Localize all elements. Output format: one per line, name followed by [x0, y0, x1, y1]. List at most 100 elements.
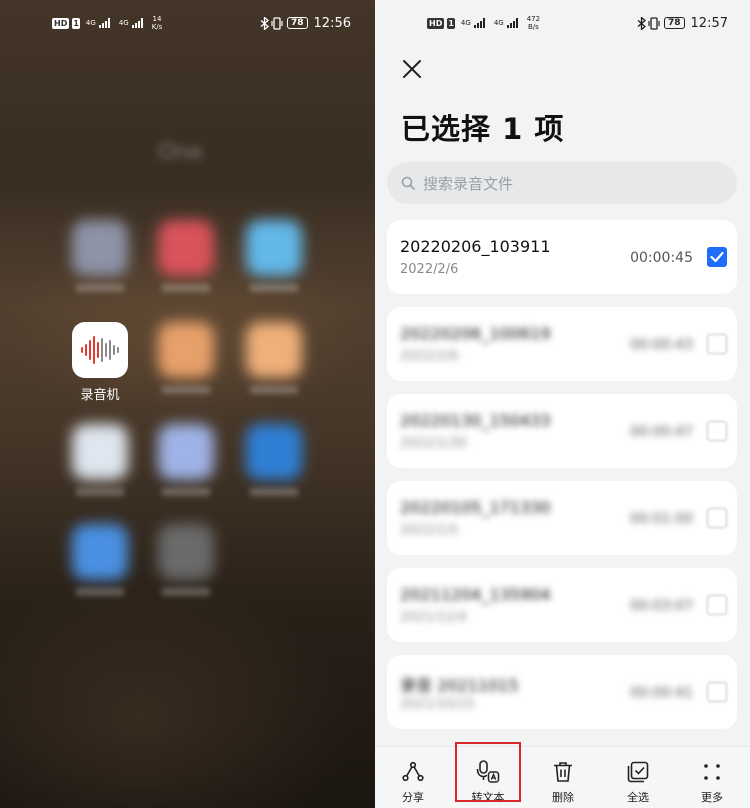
- app-icon-blurred[interactable]: [72, 220, 128, 276]
- bluetooth-icon: [260, 16, 269, 30]
- wallpaper-shade: [0, 0, 375, 808]
- home-screen: HD 1 4G 4G 14 K/s 78 12:56 One 录音机: [0, 0, 375, 808]
- select-all-button[interactable]: 全选: [603, 747, 673, 808]
- hd-badge: HD: [427, 17, 445, 29]
- app-icon-blurred[interactable]: [72, 524, 128, 580]
- network-speed-value: 472: [526, 15, 541, 23]
- recording-date: 2022/2/6: [400, 262, 459, 277]
- status-bar-right: 78 12:57: [637, 12, 728, 34]
- app-icon-blurred[interactable]: [246, 322, 302, 378]
- share-label: 分享: [402, 791, 424, 804]
- app-label-blurred: [75, 284, 125, 292]
- network-speed-unit: K/s: [151, 23, 163, 31]
- recording-name: 20220206_103911: [400, 237, 551, 256]
- vibrate-icon: [271, 16, 283, 30]
- hd-badge: HD: [52, 17, 70, 29]
- voice-recorder-icon: [81, 336, 119, 364]
- recording-duration: 00:01:00: [630, 511, 693, 527]
- status-bar-right: 78 12:56: [260, 12, 351, 34]
- screenshot-stage: HD 1 4G 4G 14 K/s 78 12:56 One 录音机 HD 1 …: [0, 0, 750, 808]
- recording-checkbox[interactable]: [707, 595, 727, 615]
- recording-date: 2021/12/4: [400, 610, 467, 625]
- sim-badge: 1: [72, 17, 80, 29]
- recording-item[interactable]: 20220105_171330 2022/1/5 00:01:00: [387, 481, 737, 555]
- delete-label: 删除: [552, 791, 574, 804]
- recording-date: 2022/1/5: [400, 523, 459, 538]
- recording-checkbox[interactable]: [707, 334, 727, 354]
- network-speed: 14 K/s: [152, 15, 163, 31]
- recording-name: 20220130_150433: [400, 411, 551, 430]
- app-label-blurred: [161, 386, 211, 394]
- network-speed: 472 B/s: [527, 15, 540, 31]
- app-icon-blurred[interactable]: [158, 322, 214, 378]
- voice-recorder-app[interactable]: [72, 322, 128, 378]
- battery-icon: 78: [664, 17, 685, 29]
- app-label-blurred: [75, 588, 125, 596]
- recording-date: 2021/10/15: [400, 697, 475, 712]
- search-icon: [401, 176, 415, 190]
- app-icon-blurred[interactable]: [246, 424, 302, 480]
- trash-icon: [554, 762, 572, 782]
- recording-checkbox[interactable]: [707, 682, 727, 702]
- checkmark-icon: [710, 251, 724, 263]
- recording-name: 20220105_171330: [400, 498, 551, 517]
- network-type-2: 4G: [493, 19, 504, 27]
- recording-item[interactable]: 20220206_100619 2022/2/6 00:00:43: [387, 307, 737, 381]
- recording-name: 20211204_135904: [400, 585, 551, 604]
- search-placeholder: 搜索录音文件: [423, 174, 514, 193]
- app-label-blurred: [249, 284, 299, 292]
- status-time: 12:56: [313, 15, 351, 31]
- app-label-blurred: [75, 488, 125, 496]
- select-all-label: 全选: [627, 791, 649, 804]
- status-bar-left: HD 1 4G 4G 14 K/s: [52, 12, 165, 34]
- share-icon: [402, 761, 424, 782]
- recording-item[interactable]: 20211204_135904 2021/12/4 00:03:07: [387, 568, 737, 642]
- recording-date: 2022/1/30: [400, 436, 467, 451]
- app-label-blurred: [249, 488, 299, 496]
- recording-duration: 00:00:47: [630, 424, 693, 440]
- highlight-box: [455, 742, 521, 802]
- network-speed-value: 14: [152, 15, 162, 23]
- status-bar-left: HD 1 4G 4G 472 B/s: [427, 12, 543, 34]
- app-label-blurred: [161, 488, 211, 496]
- sim-badge: 1: [447, 17, 455, 29]
- signal-icon: [131, 18, 144, 28]
- recording-item[interactable]: 录音 20211015 2021/10/15 00:00:41: [387, 655, 737, 729]
- network-type-1: 4G: [460, 19, 471, 27]
- battery-icon: 78: [287, 17, 308, 29]
- recording-item[interactable]: 20220130_150433 2022/1/30 00:00:47: [387, 394, 737, 468]
- recording-duration: 00:00:43: [630, 337, 693, 353]
- delete-button[interactable]: 删除: [528, 747, 598, 808]
- status-time: 12:57: [690, 15, 728, 31]
- signal-icon: [98, 18, 111, 28]
- page-title: 已选择 1 项: [401, 112, 565, 146]
- app-icon-blurred[interactable]: [72, 424, 128, 480]
- recording-checkbox[interactable]: [707, 508, 727, 528]
- bluetooth-icon: [637, 16, 646, 30]
- recording-duration: 00:00:41: [630, 685, 693, 701]
- app-icon-blurred[interactable]: [158, 524, 214, 580]
- recording-date: 2022/2/6: [400, 349, 459, 364]
- recording-name: 20220206_100619: [400, 324, 551, 343]
- close-button[interactable]: [397, 54, 427, 84]
- share-button[interactable]: 分享: [378, 747, 448, 808]
- app-icon-blurred[interactable]: [246, 220, 302, 276]
- app-icon-blurred[interactable]: [158, 424, 214, 480]
- recorder-selection-screen: HD 1 4G 4G 472 B/s 78 12:57 已选择 1 项 搜索录音…: [375, 0, 750, 808]
- more-icon: [704, 764, 720, 780]
- app-label-blurred: [161, 284, 211, 292]
- recording-item[interactable]: 20220206_103911 2022/2/6 00:00:45: [387, 220, 737, 294]
- more-label: 更多: [701, 791, 723, 804]
- search-bar[interactable]: 搜索录音文件: [387, 162, 737, 204]
- recording-duration: 00:03:07: [630, 598, 693, 614]
- select-all-icon: [627, 761, 649, 783]
- recording-name: 录音 20211015: [400, 676, 519, 695]
- recording-checkbox[interactable]: [707, 421, 727, 441]
- app-label-blurred: [249, 386, 299, 394]
- app-icon-blurred[interactable]: [158, 220, 214, 276]
- more-button[interactable]: 更多: [677, 747, 747, 808]
- network-type-1: 4G: [85, 19, 96, 27]
- recording-checkbox[interactable]: [707, 247, 727, 267]
- recording-duration: 00:00:45: [630, 250, 693, 266]
- signal-icon: [506, 18, 519, 28]
